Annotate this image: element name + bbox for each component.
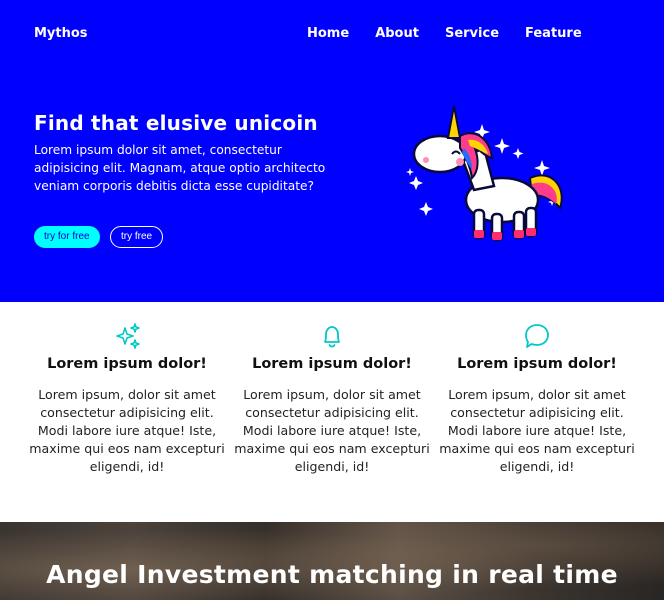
try-for-free-button[interactable]: try for free — [34, 226, 100, 248]
feature-text: Lorem ipsum, dolor sit amet consectetur … — [234, 387, 430, 474]
sparkles-icon — [116, 323, 140, 349]
nav-about[interactable]: About — [375, 26, 419, 42]
hero-title: Find that elusive unicoin — [34, 111, 318, 135]
features-section: Lorem ipsum dolor! Lorem ipsum, dolor si… — [0, 302, 664, 522]
nav-feature[interactable]: Feature — [525, 26, 582, 42]
feature-text: Lorem ipsum, dolor sit amet consectetur … — [29, 387, 225, 474]
nav-service[interactable]: Service — [445, 26, 499, 42]
feature-title: Lorem ipsum dolor! — [252, 356, 412, 372]
feature-title: Lorem ipsum dolor! — [47, 356, 207, 372]
nav-home[interactable]: Home — [307, 26, 349, 42]
brand-logo[interactable]: Mythos — [34, 26, 88, 41]
investment-banner: Angel Investment matching in real time — [0, 522, 664, 600]
try-free-button[interactable]: try free — [110, 226, 164, 248]
hero-section: Mythos Home About Service Feature Find t… — [0, 0, 664, 302]
feature-title: Lorem ipsum dolor! — [457, 356, 617, 372]
hero-description: Lorem ipsum dolor sit amet, consectetur … — [34, 143, 326, 193]
banner-title: Angel Investment matching in real time — [46, 560, 618, 589]
unicorn-illustration — [406, 105, 563, 242]
bell-icon — [324, 326, 340, 348]
feature-text: Lorem ipsum, dolor sit amet consectetur … — [439, 387, 635, 474]
main-nav: Home About Service Feature — [307, 26, 608, 42]
chat-icon — [525, 324, 549, 348]
